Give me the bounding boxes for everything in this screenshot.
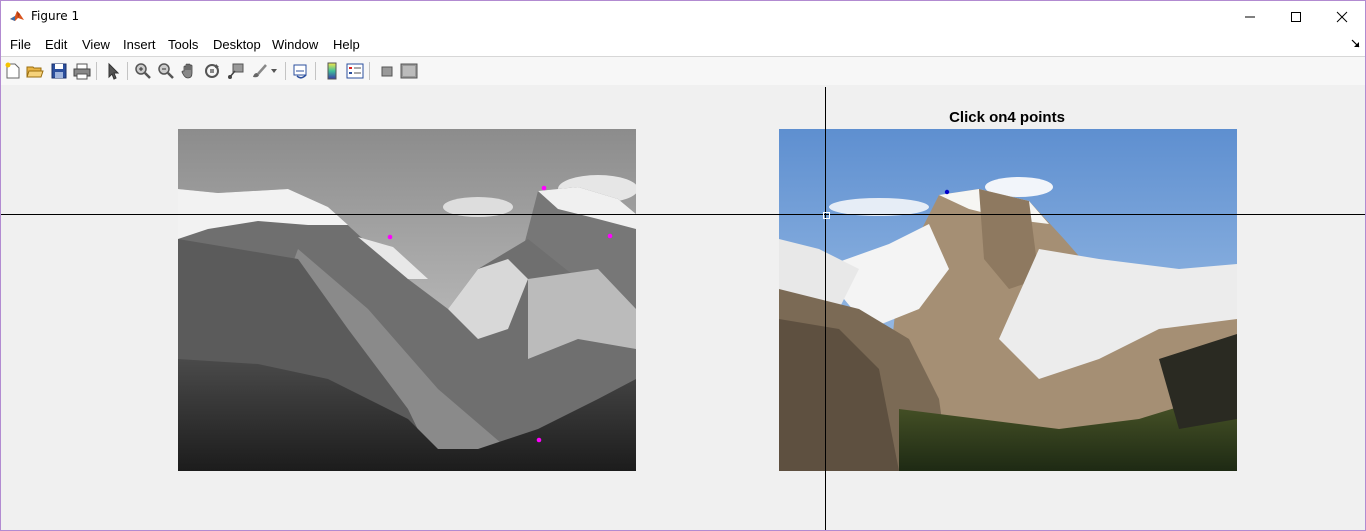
colorbar-button[interactable] [322, 61, 342, 81]
zoom-in-button[interactable] [133, 61, 153, 81]
zoom-in-icon [135, 63, 151, 79]
menu-edit[interactable]: Edit [45, 37, 67, 52]
show-plot-tools-icon [400, 63, 418, 79]
chevron-down-icon [271, 69, 277, 73]
menu-bar: File Edit View Insert Tools Desktop Wind… [1, 32, 1365, 56]
point-marker [541, 185, 547, 191]
point-marker [387, 234, 393, 240]
link-plot-icon [293, 64, 307, 79]
brush-button[interactable] [249, 61, 269, 81]
hide-plot-tools-button[interactable] [377, 61, 397, 81]
axes-title: Click on4 points [949, 109, 1065, 126]
data-cursor-icon [228, 63, 244, 79]
close-icon [1336, 11, 1348, 22]
toolbar-separator [285, 62, 286, 80]
menu-view[interactable]: View [82, 37, 110, 52]
left-image-axes[interactable] [178, 129, 636, 471]
crosshair-center-icon [823, 212, 830, 219]
menu-insert[interactable]: Insert [123, 37, 156, 52]
data-cursor-button[interactable] [226, 61, 246, 81]
minimize-icon [1245, 16, 1255, 17]
legend-icon [346, 63, 364, 79]
point-marker [536, 437, 542, 443]
toolbar-separator [369, 62, 370, 80]
new-figure-button[interactable] [3, 61, 23, 81]
menu-window[interactable]: Window [272, 37, 318, 52]
rotate-3d-icon [205, 64, 219, 78]
matlab-logo-icon [9, 8, 25, 24]
minimize-button[interactable] [1227, 1, 1273, 32]
toolbar-separator [96, 62, 97, 80]
title-bar: Figure 1 [1, 1, 1365, 32]
maximize-button[interactable] [1273, 1, 1319, 32]
open-file-icon [26, 66, 44, 78]
menu-file[interactable]: File [10, 37, 31, 52]
save-button[interactable] [49, 61, 69, 81]
save-icon [51, 63, 67, 79]
dock-arrow-icon[interactable] [1351, 39, 1361, 49]
open-file-button[interactable] [25, 61, 45, 81]
menu-tools[interactable]: Tools [168, 37, 198, 52]
menu-desktop[interactable]: Desktop [213, 37, 261, 52]
colorbar-icon [327, 62, 337, 80]
new-figure-icon [5, 62, 20, 79]
maximize-icon [1291, 11, 1301, 22]
close-button[interactable] [1319, 1, 1365, 32]
show-plot-tools-button[interactable] [399, 61, 419, 81]
window-title: Figure 1 [31, 9, 80, 23]
crosshair-horizontal-line [1, 214, 1365, 215]
figure-window: Figure 1 File Edit View Insert Tools Des… [0, 0, 1366, 531]
figure-canvas[interactable]: Click on4 points [1, 85, 1365, 530]
point-marker [607, 233, 613, 239]
rotate-3d-button[interactable] [202, 61, 222, 81]
toolbar-separator [127, 62, 128, 80]
brush-dropdown[interactable] [268, 61, 280, 81]
hide-plot-tools-icon [381, 66, 393, 77]
figure-toolbar [1, 56, 1365, 86]
crosshair-vertical-line [825, 87, 826, 530]
select-arrow-icon [108, 62, 120, 80]
print-button[interactable] [72, 61, 92, 81]
zoom-out-icon [158, 63, 174, 79]
point-marker [944, 189, 950, 195]
zoom-out-button[interactable] [156, 61, 176, 81]
pan-button[interactable] [179, 61, 199, 81]
select-arrow-button[interactable] [103, 61, 123, 81]
link-plot-button[interactable] [291, 61, 311, 81]
right-image-axes[interactable] [779, 129, 1237, 471]
toolbar-separator [315, 62, 316, 80]
menu-help[interactable]: Help [333, 37, 360, 52]
print-icon [73, 63, 91, 80]
legend-button[interactable] [345, 61, 365, 81]
pan-hand-icon [181, 63, 193, 79]
brush-icon [253, 64, 267, 78]
